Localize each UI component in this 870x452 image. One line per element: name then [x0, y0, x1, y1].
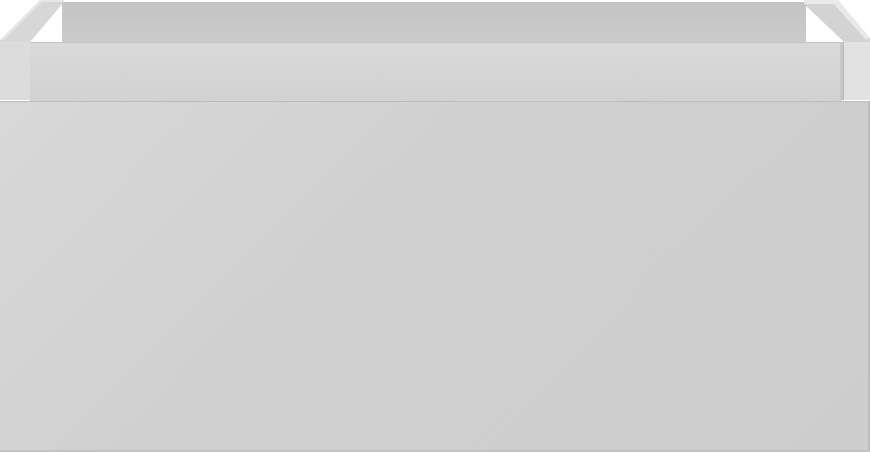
drawer-left-side [0, 0, 64, 42]
drawer-inner-rim [30, 42, 842, 101]
drawer-rim-left-post [0, 42, 31, 100]
drawer-front-panel [0, 101, 868, 451]
drawer-render [0, 0, 870, 452]
drawer-interior-back-wall [62, 2, 806, 42]
drawer-rim-right-post [843, 42, 870, 100]
